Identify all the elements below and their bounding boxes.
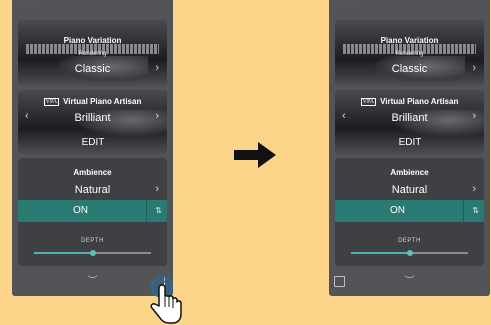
vpa-logo: VPA [43, 98, 60, 106]
ambience-value: Natural [391, 184, 428, 196]
chevron-right-icon: › [155, 183, 159, 195]
piano-variation-title: Piano Variation [63, 36, 122, 45]
divider [146, 200, 147, 222]
tap-hand-icon [150, 276, 182, 324]
ambience-toggle[interactable]: ON ⇅ [18, 200, 167, 222]
vpa-title-text: Virtual Piano Artisan [380, 97, 459, 106]
edit-button[interactable]: EDIT [381, 136, 439, 150]
piano-variation-panel[interactable]: Piano Variation Rendering Classic › [18, 20, 167, 86]
status-bar: · · · · [337, 2, 357, 8]
rendering-label: Rendering [395, 51, 424, 57]
right-arrow-icon [234, 142, 276, 168]
chevron-right-icon[interactable]: › [472, 110, 476, 122]
chevron-down-icon[interactable]: ︶ [329, 272, 490, 287]
piano-variation-value: Classic [391, 63, 428, 75]
ambience-title: Ambience [390, 168, 429, 177]
ambience-type-row[interactable]: Natural › [335, 182, 484, 202]
piano-variation-value: Classic [74, 63, 111, 75]
piano-variation-title: Piano Variation [380, 36, 439, 45]
chevron-right-icon[interactable]: › [155, 110, 159, 122]
vpa-panel[interactable]: VPA Virtual Piano Artisan ‹ Brilliant › E… [18, 90, 167, 154]
ambience-type-row[interactable]: Natural › [18, 182, 167, 202]
on-label: ON [73, 205, 88, 216]
vpa-title: VPA Virtual Piano Artisan [18, 97, 167, 106]
depth-slider-knob[interactable] [406, 250, 413, 256]
edit-button[interactable]: EDIT [64, 136, 122, 150]
depth-label: DEPTH [81, 238, 104, 244]
vpa-value: Brilliant [391, 112, 428, 124]
depth-slider-knob[interactable] [89, 250, 96, 256]
vpa-logo: VPA [360, 98, 377, 106]
depth-slider-fill [351, 252, 410, 254]
vpa-title: VPA Virtual Piano Artisan [335, 97, 484, 106]
ambience-panel: Ambience Natural › ON ⇅ DEPTH [335, 158, 484, 266]
depth-slider[interactable] [34, 250, 151, 256]
rendering-label: Rendering [78, 51, 107, 57]
ambience-title: Ambience [73, 168, 112, 177]
chevron-right-icon[interactable]: › [472, 62, 476, 74]
chevron-right-icon: › [472, 183, 476, 195]
vpa-value: Brilliant [74, 112, 111, 124]
ambience-panel: Ambience Natural › ON ⇅ DEPTH [18, 158, 167, 266]
device-screen-after: · · · · Piano Variation Rendering Classi… [329, 0, 490, 296]
equalizer-icon[interactable]: ⇅ [472, 206, 479, 215]
divider [463, 200, 464, 222]
device-screen-before: · · · · Piano Variation Rendering Classi… [12, 0, 173, 296]
depth-slider-fill [34, 252, 93, 254]
vpa-panel[interactable]: VPA Virtual Piano Artisan ‹ Brilliant › E… [335, 90, 484, 154]
ambience-value: Natural [74, 184, 111, 196]
chevron-right-icon[interactable]: › [155, 62, 159, 74]
ambience-toggle[interactable]: ON ⇅ [335, 200, 484, 222]
depth-label: DEPTH [398, 238, 421, 244]
piano-variation-panel[interactable]: Piano Variation Rendering Classic › [335, 20, 484, 86]
depth-slider[interactable] [351, 250, 468, 256]
on-label: ON [390, 205, 405, 216]
vpa-title-text: Virtual Piano Artisan [63, 97, 142, 106]
status-bar: · · · · [20, 2, 40, 8]
equalizer-icon[interactable]: ⇅ [155, 206, 162, 215]
